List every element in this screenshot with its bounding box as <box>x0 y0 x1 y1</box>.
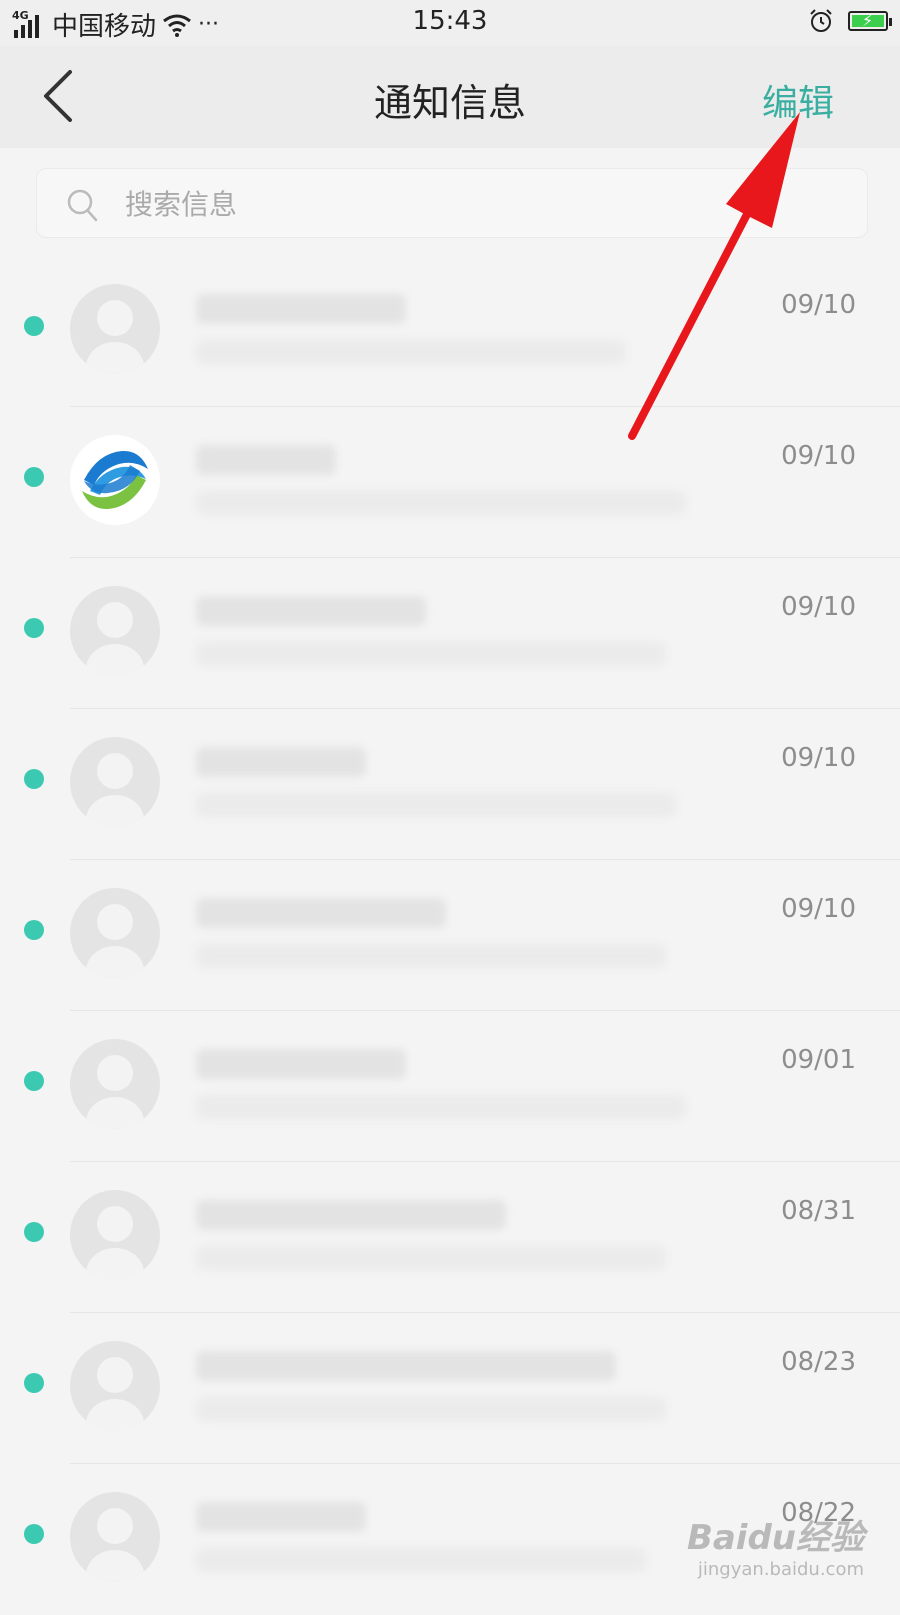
avatar <box>70 1190 160 1280</box>
avatar <box>70 1492 160 1582</box>
list-item[interactable]: 09/01 <box>0 1011 900 1162</box>
message-date: 09/01 <box>781 1045 856 1075</box>
message-date: 08/23 <box>781 1347 856 1377</box>
unread-indicator <box>24 618 44 638</box>
avatar <box>70 1341 160 1431</box>
watermark-main: Baidu经验 <box>686 1518 864 1558</box>
unread-indicator <box>24 920 44 940</box>
china-mobile-logo-icon <box>71 436 159 524</box>
list-item[interactable]: 09/10 <box>0 256 900 407</box>
unread-indicator <box>24 769 44 789</box>
message-preview <box>196 1095 686 1119</box>
message-preview <box>196 944 666 968</box>
message-preview <box>196 642 666 666</box>
message-preview <box>196 1397 666 1421</box>
avatar <box>70 435 160 525</box>
message-sender <box>196 1200 506 1230</box>
list-item[interactable]: 09/10 <box>0 709 900 860</box>
avatar <box>70 284 160 374</box>
edit-button[interactable]: 编辑 <box>762 74 834 126</box>
message-sender <box>196 294 406 324</box>
watermark: Baidu经验 jingyan.baidu.com <box>687 1510 864 1580</box>
unread-indicator <box>24 467 44 487</box>
alarm-icon <box>810 9 832 32</box>
search-bar[interactable] <box>36 168 868 239</box>
message-preview <box>196 340 626 364</box>
status-right: ⚡ <box>808 8 892 34</box>
message-date: 09/10 <box>781 290 856 320</box>
search-input[interactable] <box>123 169 827 239</box>
list-item[interactable]: 09/10 <box>0 860 900 1011</box>
message-list: 09/10 09/10 09/10 09/10 09/10 09/01 08/3… <box>0 256 900 1615</box>
message-sender <box>196 898 446 928</box>
message-preview <box>196 491 686 515</box>
message-preview <box>196 1548 646 1572</box>
list-item[interactable]: 09/10 <box>0 407 900 558</box>
avatar <box>70 1039 160 1129</box>
watermark-sub: jingyan.baidu.com <box>697 1559 864 1580</box>
list-item[interactable]: 09/10 <box>0 558 900 709</box>
message-date: 09/10 <box>781 743 856 773</box>
message-sender <box>196 1351 616 1381</box>
list-item[interactable]: 08/23 <box>0 1313 900 1464</box>
avatar <box>70 737 160 827</box>
unread-indicator <box>24 1071 44 1091</box>
avatar <box>70 586 160 676</box>
message-sender <box>196 445 336 475</box>
app-header: 通知信息 编辑 <box>0 46 900 148</box>
list-item[interactable]: 08/31 <box>0 1162 900 1313</box>
status-bar: 4G 中国移动 ··· 15:43 ⚡ <box>0 0 900 46</box>
message-sender <box>196 747 366 777</box>
unread-indicator <box>24 1373 44 1393</box>
search-icon <box>67 189 98 222</box>
unread-indicator <box>24 1524 44 1544</box>
message-preview <box>196 1246 666 1270</box>
unread-indicator <box>24 1222 44 1242</box>
message-sender <box>196 1502 366 1532</box>
message-preview <box>196 793 676 817</box>
battery-icon: ⚡ <box>848 11 892 31</box>
clock: 15:43 <box>412 6 488 36</box>
message-date: 09/10 <box>781 441 856 471</box>
message-date: 09/10 <box>781 894 856 924</box>
unread-indicator <box>24 316 44 336</box>
message-sender <box>196 596 426 626</box>
message-date: 08/31 <box>781 1196 856 1226</box>
avatar <box>70 888 160 978</box>
message-date: 09/10 <box>781 592 856 622</box>
message-sender <box>196 1049 406 1079</box>
